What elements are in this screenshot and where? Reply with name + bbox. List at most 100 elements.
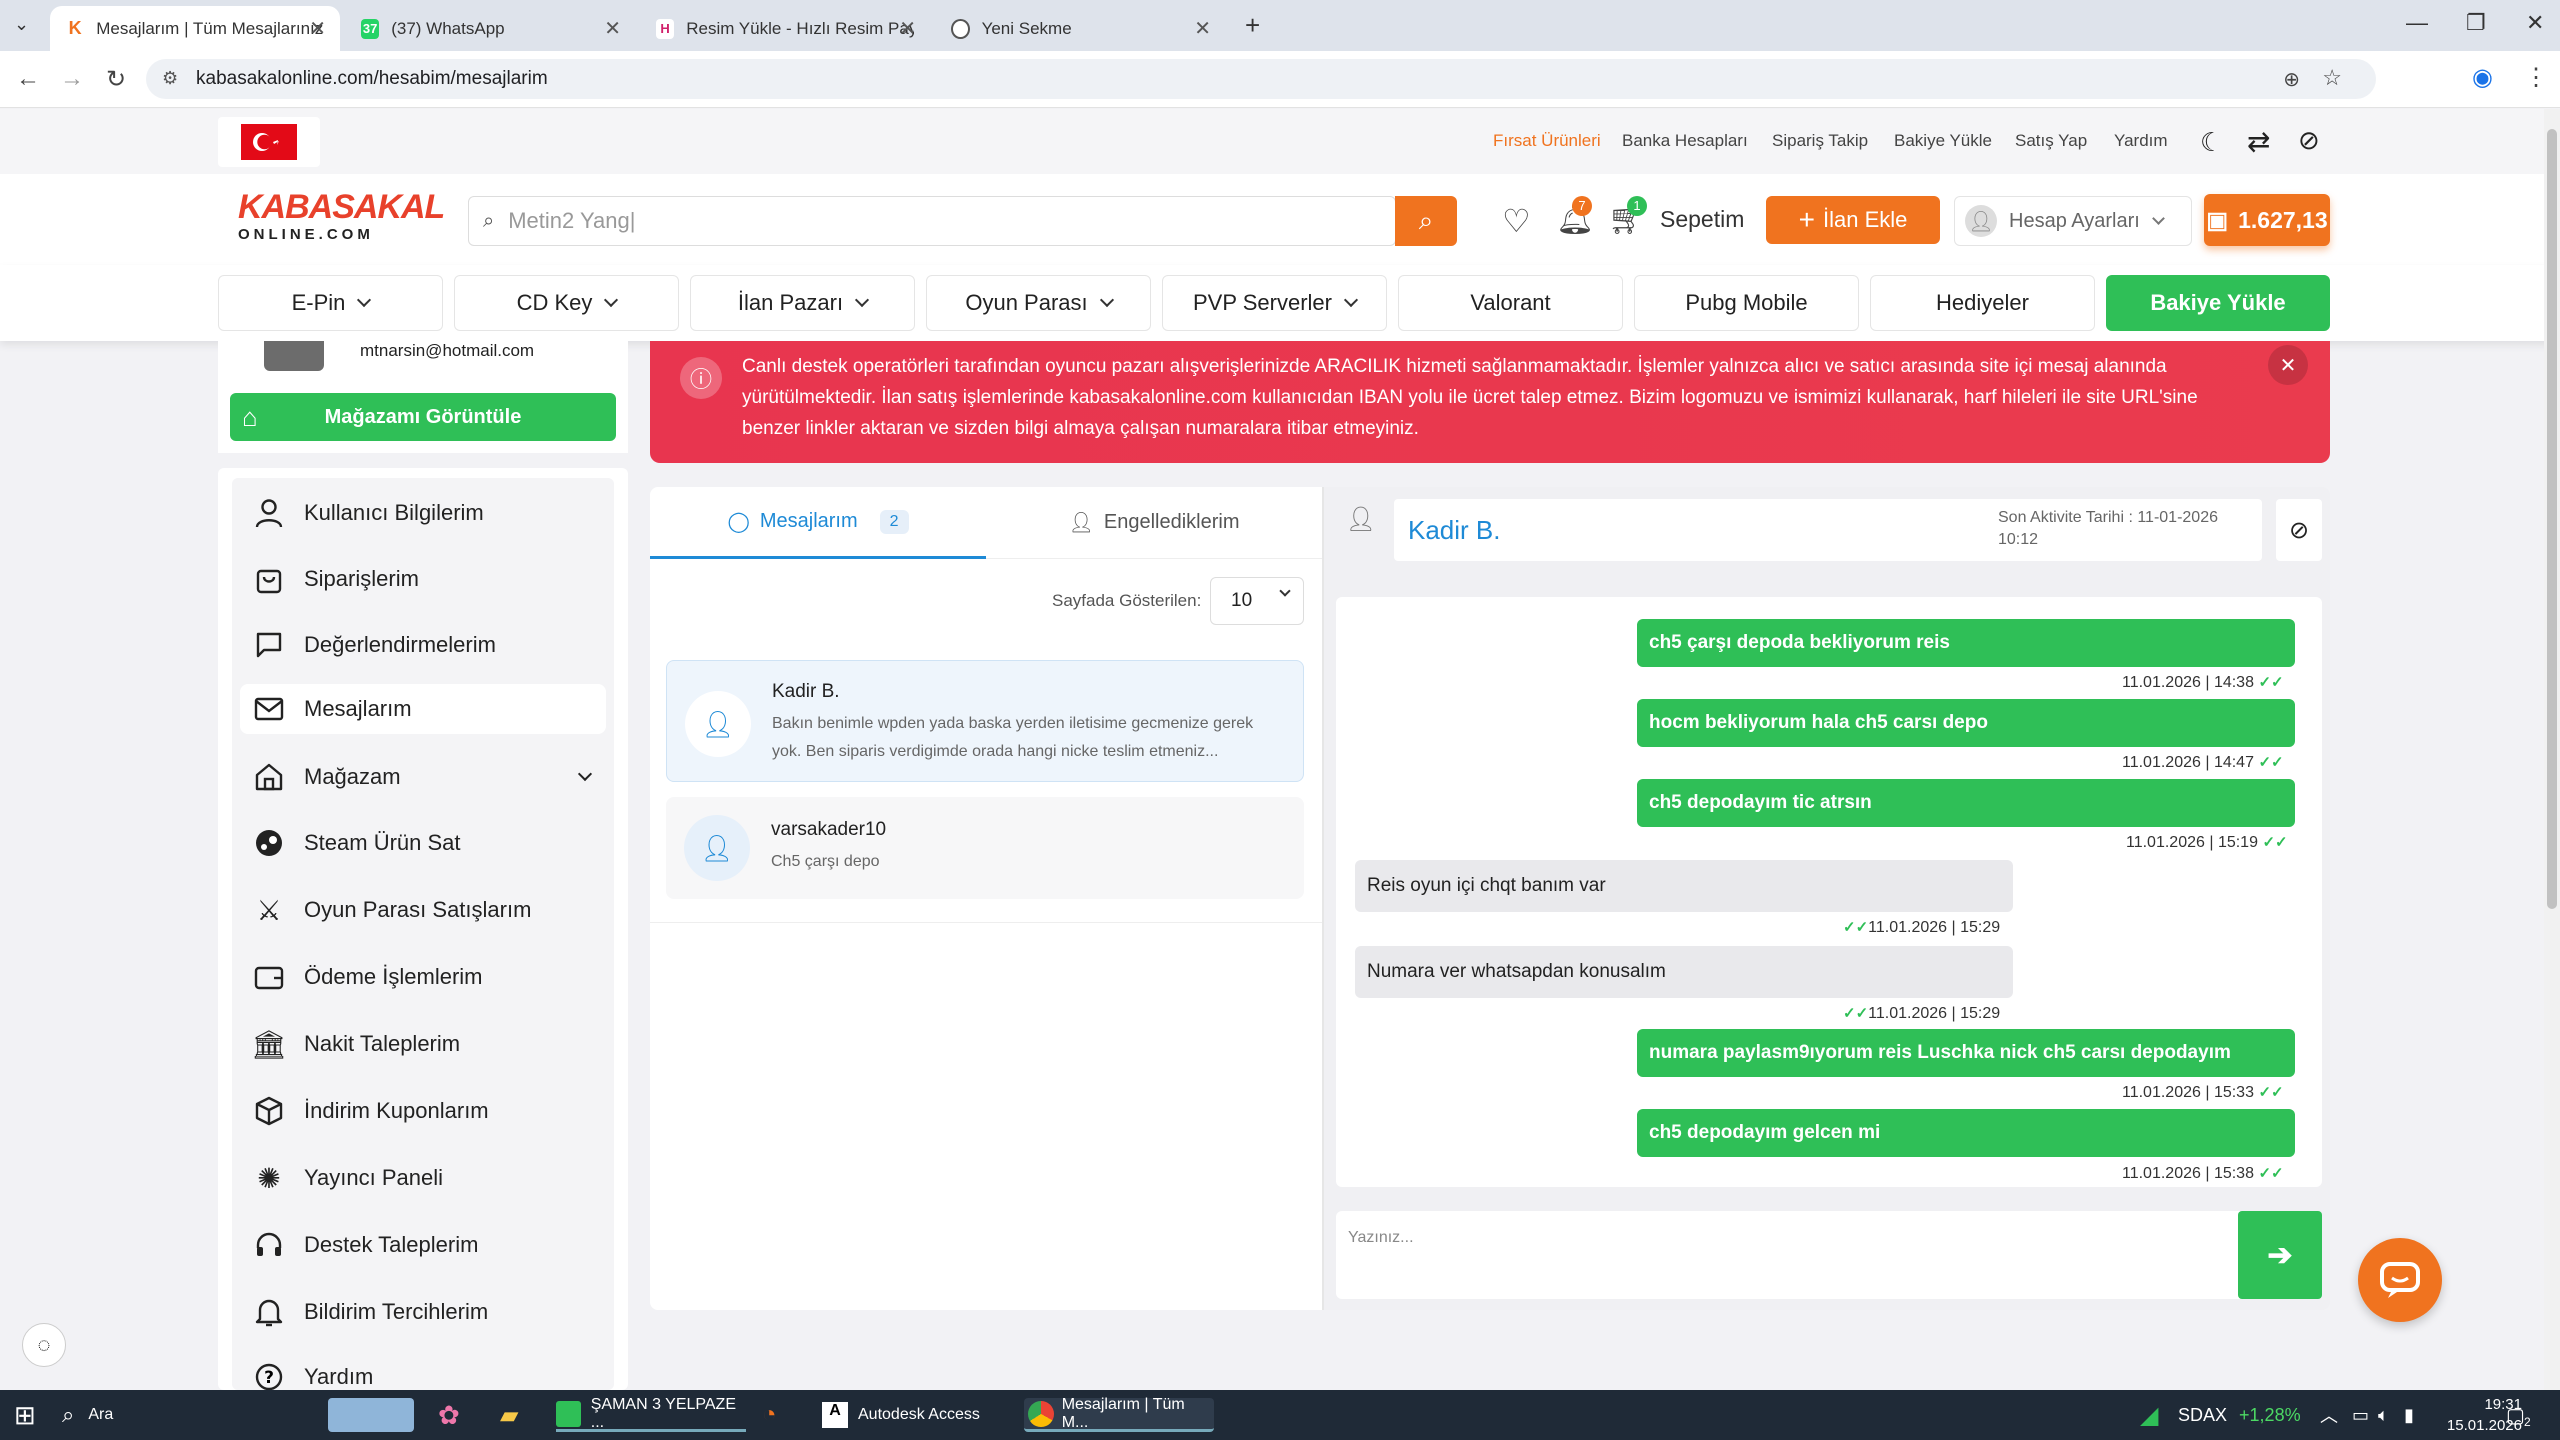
sidebar-item-nakit[interactable]: 🏛︎ Nakit Taleplerim	[251, 1019, 602, 1069]
menu-dots-icon[interactable]: ⋮	[2524, 63, 2548, 92]
page-scrollbar[interactable]	[2544, 109, 2560, 1390]
forward-icon[interactable]: →	[60, 65, 84, 93]
topbar-link-bakiye[interactable]: Bakiye Yükle	[1894, 131, 1992, 151]
taskbar-app-excel[interactable]: ŞAMAN 3 YELPAZE ...	[556, 1396, 746, 1432]
nav-pvp-serverler[interactable]: PVP Serverler	[1162, 275, 1387, 331]
whatsapp-favicon-icon: 37	[361, 18, 380, 39]
zoom-icon[interactable]: ⊕	[2283, 67, 2300, 92]
back-icon[interactable]: ←	[16, 65, 40, 93]
sidebar-item-degerlendirmeler[interactable]: Değerlendirmelerim	[252, 620, 602, 670]
live-support-button[interactable]	[2358, 1238, 2442, 1322]
per-page-select[interactable]: 10	[1210, 577, 1304, 625]
chat-message-received: Numara ver whatsapdan konusalım	[1355, 946, 2013, 998]
sync-icon[interactable]: ⇄	[2247, 125, 2270, 158]
add-listing-button[interactable]: + İlan Ekle	[1766, 196, 1940, 244]
search-button[interactable]: ⌕	[1395, 196, 1457, 246]
taskbar-search[interactable]: ⌕ Ara	[62, 1398, 322, 1432]
volume-icon[interactable]: 🔈︎	[2378, 1398, 2389, 1432]
notification-center-icon[interactable]: ▢	[2506, 1398, 2525, 1432]
conversation-item[interactable]: 👤︎ Kadir B. Bakın benimle wpden yada bas…	[666, 660, 1304, 782]
restore-icon[interactable]: ❐	[2466, 10, 2486, 36]
sidebar-item-steam[interactable]: Steam Ürün Sat	[252, 818, 602, 868]
search-icon: ⌕	[1418, 205, 1434, 235]
topbar-link-yardim[interactable]: Yardım	[2114, 131, 2168, 151]
stock-ticker[interactable]: SDAX +1,28%	[2178, 1398, 2301, 1432]
nav-hediyeler[interactable]: Hediyeler	[1870, 275, 2095, 331]
tab-search-icon[interactable]: ⌄	[14, 14, 29, 35]
sidebar-item-siparisler[interactable]: Siparişlerim	[252, 554, 602, 604]
close-tab-icon[interactable]: ✕	[899, 16, 916, 41]
conversation-item[interactable]: 👤︎ varsakader10 Ch5 çarşı depo	[666, 797, 1304, 899]
file-explorer-icon[interactable]: ▰	[500, 1398, 518, 1432]
topbar-link-firsat[interactable]: Fırsat Ürünleri	[1493, 131, 1601, 151]
topbar-link-satis[interactable]: Satış Yap	[2015, 131, 2087, 151]
close-tab-icon[interactable]: ✕	[1194, 16, 1211, 41]
send-button[interactable]: ➔	[2238, 1211, 2322, 1299]
topbar-link-banka[interactable]: Banka Hesapları	[1622, 131, 1748, 151]
tab-resim-yukle[interactable]: H Resim Yükle - Hızlı Resim Payla ✕	[640, 6, 930, 51]
search-icon: ⌕	[62, 1402, 75, 1427]
taskbar-app-chrome[interactable]: Mesajlarım | Tüm M...	[1024, 1396, 1214, 1432]
nav-valorant[interactable]: Valorant	[1398, 275, 1623, 331]
sidebar-item-oyun-parasi[interactable]: ⚔ Oyun Parası Satışlarım	[252, 885, 602, 935]
turkey-flag-icon[interactable]	[218, 117, 320, 167]
block-user-icon[interactable]: ⊘	[2276, 499, 2322, 561]
site-logo[interactable]: KABASAKAL ONLINE.COM	[238, 188, 445, 252]
reload-icon[interactable]: ↻	[106, 65, 126, 94]
close-tab-icon[interactable]: ✕	[309, 16, 326, 41]
topbar-link-siparis[interactable]: Sipariş Takip	[1772, 131, 1868, 151]
account-settings-button[interactable]: 👤︎ Hesap Ayarları	[1954, 196, 2192, 246]
eye-off-icon[interactable]: ⊘	[2298, 125, 2320, 156]
bookmark-star-icon[interactable]: ☆	[2322, 65, 2342, 91]
balance-button[interactable]: ▣ 1.627,13	[2204, 194, 2330, 246]
sidebar-item-kuponlar[interactable]: İndirim Kuponlarım	[252, 1086, 602, 1136]
search-input[interactable]: Metin2 Yang|	[508, 208, 635, 234]
sidebar-item-odeme[interactable]: Ödeme İşlemlerim	[252, 952, 602, 1002]
sidebar-item-yayinci[interactable]: ✺ Yayıncı Paneli	[252, 1153, 602, 1203]
chevron-down-icon[interactable]	[577, 766, 593, 782]
cookie-settings-icon[interactable]: ◌	[22, 1323, 66, 1367]
favorites-heart-icon[interactable]: ♡	[1502, 202, 1531, 240]
tab-whatsapp[interactable]: 37 (37) WhatsApp ✕	[345, 6, 635, 51]
new-tab-icon[interactable]: +	[1245, 10, 1260, 41]
address-bar[interactable]: ⚙ kabasakalonline.com/hesabim/mesajlarim…	[146, 59, 2376, 99]
windows-start-icon[interactable]: ⊞	[14, 1398, 36, 1432]
window-close-icon[interactable]: ✕	[2526, 10, 2544, 36]
nav-cdkey[interactable]: CD Key	[454, 275, 679, 331]
chat-contact-name[interactable]: Kadir B.	[1408, 515, 1501, 546]
cart-label[interactable]: Sepetim	[1660, 206, 1744, 233]
scrollbar-thumb[interactable]	[2547, 129, 2557, 909]
minimize-icon[interactable]: —	[2406, 10, 2428, 36]
network-icon[interactable]: ▭	[2352, 1398, 2369, 1432]
nav-oyun-parasi[interactable]: Oyun Parası	[926, 275, 1151, 331]
blender-icon[interactable]: ◔	[762, 1398, 777, 1432]
site-info-icon[interactable]: ⚙	[162, 68, 178, 89]
close-tab-icon[interactable]: ✕	[604, 16, 621, 41]
nav-pubg-mobile[interactable]: Pubg Mobile	[1634, 275, 1859, 331]
sidebar-item-kullanici[interactable]: Kullanıcı Bilgilerim	[252, 488, 602, 538]
tab-new[interactable]: Yeni Sekme ✕	[935, 6, 1225, 51]
battery-icon[interactable]: ▮	[2404, 1398, 2414, 1432]
dark-mode-moon-icon[interactable]: ☾	[2200, 127, 2223, 158]
chrome-icon	[1028, 1400, 1054, 1427]
copilot-icon[interactable]: ✿	[438, 1398, 460, 1432]
sidebar-item-bildirim[interactable]: Bildirim Tercihlerim	[252, 1287, 602, 1337]
profile-icon[interactable]: ◉	[2472, 63, 2493, 92]
tray-chevron-up-icon[interactable]: ︿	[2320, 1398, 2338, 1432]
message-input[interactable]: Yazınız...	[1348, 1229, 1414, 1247]
last-activity-label: Son Aktivite Tarihi : 11-01-2026	[1998, 509, 2218, 526]
chevron-down-icon	[604, 292, 619, 308]
nav-epin[interactable]: E-Pin	[218, 275, 443, 331]
taskbar-app-autodesk[interactable]: A Autodesk Access	[822, 1398, 1012, 1432]
nav-bakiye-yukle[interactable]: Bakiye Yükle	[2106, 275, 2330, 331]
tab-mesajlarim[interactable]: ◯ Mesajlarım 2	[650, 487, 986, 559]
sidebar-item-magazam[interactable]: Mağazam	[252, 752, 602, 802]
sidebar-item-mesajlarim[interactable]: Mesajlarım	[240, 684, 606, 734]
tab-engellediklerim[interactable]: 👤︎ Engellediklerim	[986, 487, 1322, 559]
taskbar-widget-image[interactable]	[328, 1398, 414, 1432]
sidebar-item-destek[interactable]: Destek Taleplerim	[252, 1220, 602, 1270]
alert-close-icon[interactable]: ✕	[2268, 345, 2308, 385]
nav-ilan-pazari[interactable]: İlan Pazarı	[690, 275, 915, 331]
tab-messages[interactable]: K Mesajlarım | Tüm Mesajlarınız ✕	[50, 6, 340, 51]
view-store-button[interactable]: ⌂ Mağazamı Görüntüle	[230, 393, 616, 441]
